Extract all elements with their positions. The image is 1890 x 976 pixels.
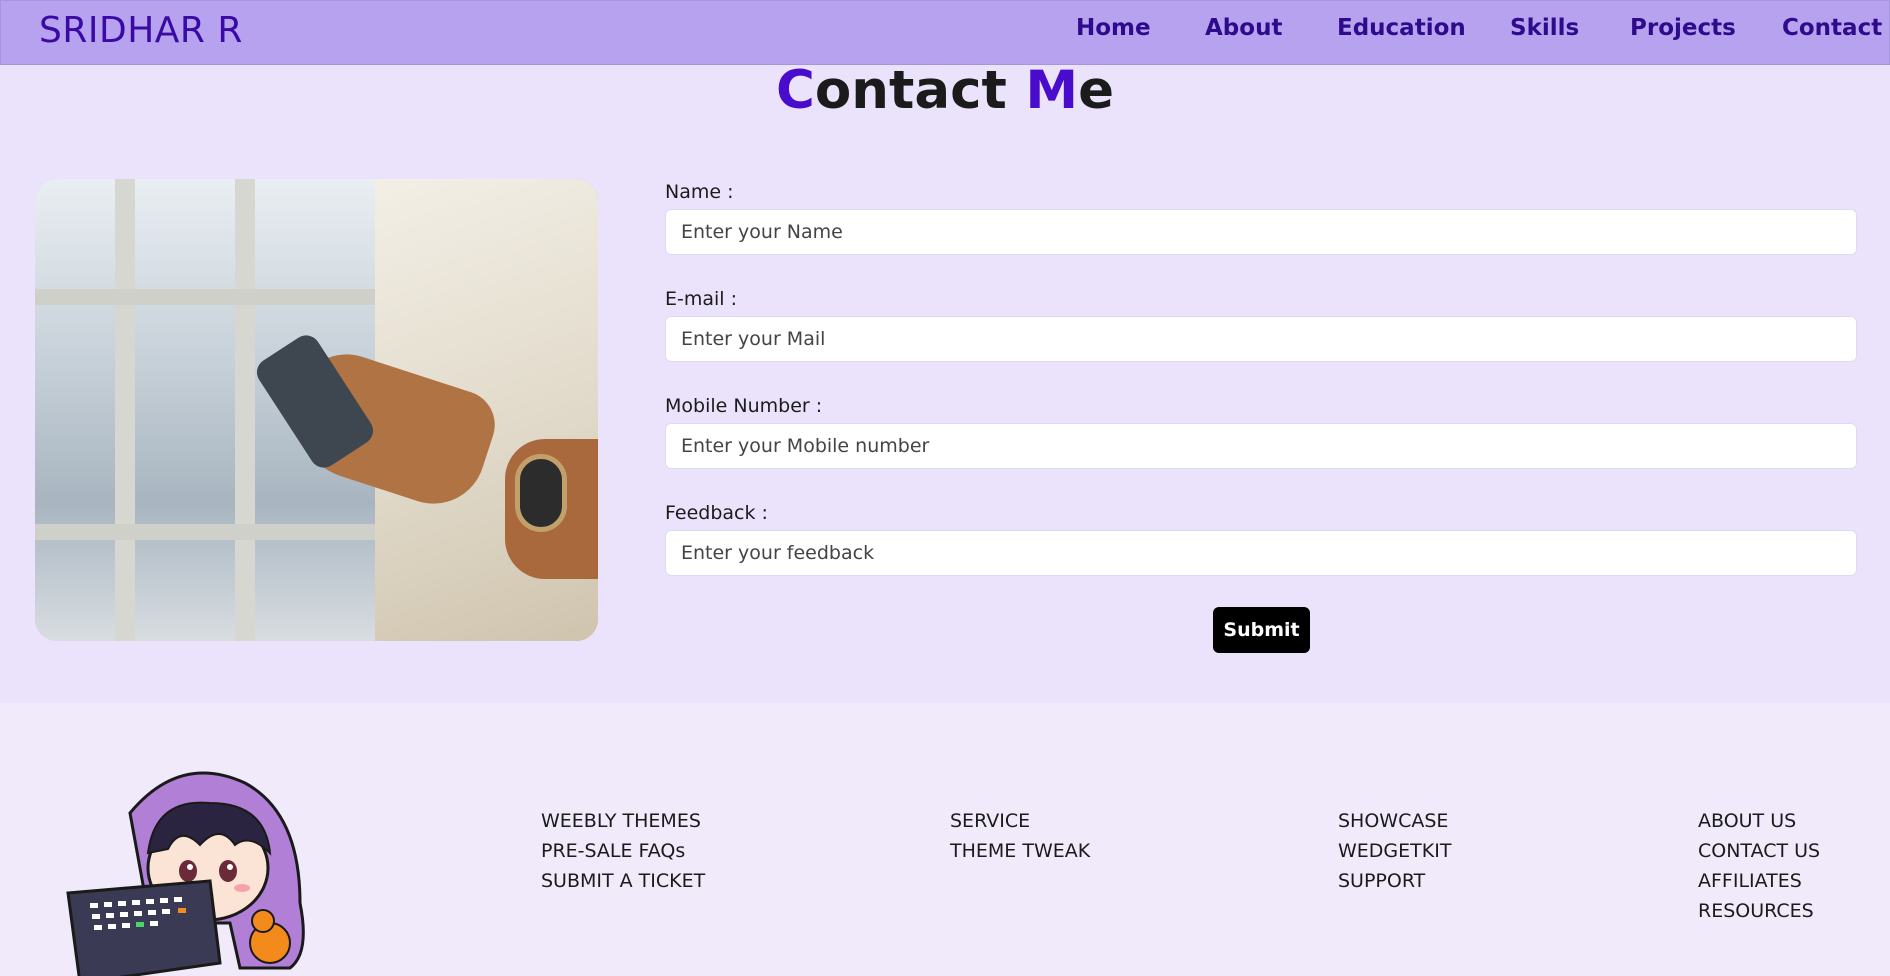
footer-link-wedgetkit[interactable]: WEDGETKIT (1338, 836, 1451, 866)
watch-icon (515, 454, 567, 532)
mobile-field[interactable] (665, 423, 1857, 469)
name-label: Name : (665, 181, 734, 203)
contact-photo (35, 179, 598, 641)
footer-link-pre-sale-faqs[interactable]: PRE-SALE FAQs (541, 836, 705, 866)
footer-link-support[interactable]: SUPPORT (1338, 866, 1451, 896)
footer-link-resources[interactable]: RESOURCES (1698, 896, 1820, 926)
navbar: SRIDHAR R Home About Education Skills Pr… (0, 0, 1890, 65)
footer-link-about-us[interactable]: ABOUT US (1698, 806, 1820, 836)
mobile-label: Mobile Number : (665, 395, 823, 417)
mascot-illustration (66, 771, 305, 976)
footer-column-2: SERVICE THEME TWEAK (950, 806, 1090, 866)
brand-logo[interactable]: SRIDHAR R (39, 10, 243, 51)
feedback-field[interactable] (665, 530, 1857, 576)
nav-contact[interactable]: Contact (1782, 15, 1882, 41)
photo-window-frame (115, 179, 135, 641)
nav-education[interactable]: Education (1337, 15, 1466, 41)
email-field[interactable] (665, 316, 1857, 362)
nav-about[interactable]: About (1205, 15, 1282, 41)
submit-button[interactable]: Submit (1213, 607, 1310, 653)
title-part-2: e (1078, 60, 1115, 121)
title-accent-m: M (1025, 60, 1079, 121)
feedback-label: Feedback : (665, 502, 768, 524)
footer-link-submit-ticket[interactable]: SUBMIT A TICKET (541, 866, 705, 896)
footer-link-contact-us[interactable]: CONTACT US (1698, 836, 1820, 866)
photo-window-frame (235, 179, 255, 641)
title-accent-c: C (775, 60, 815, 121)
footer-link-theme-tweak[interactable]: THEME TWEAK (950, 836, 1090, 866)
footer-link-affiliates[interactable]: AFFILIATES (1698, 866, 1820, 896)
photo-window-frame (35, 524, 415, 540)
footer-column-1: WEEBLY THEMES PRE-SALE FAQs SUBMIT A TIC… (541, 806, 705, 896)
nav-skills[interactable]: Skills (1510, 15, 1579, 41)
nav-projects[interactable]: Projects (1630, 15, 1736, 41)
footer-link-service[interactable]: SERVICE (950, 806, 1090, 836)
email-label: E-mail : (665, 288, 738, 310)
title-part-1: ontact (814, 60, 1026, 121)
page-title: Contact Me (0, 60, 1890, 121)
footer-column-4: ABOUT US CONTACT US AFFILIATES RESOURCES (1698, 806, 1820, 926)
name-field[interactable] (665, 209, 1857, 255)
footer-link-showcase[interactable]: SHOWCASE (1338, 806, 1451, 836)
footer: WEEBLY THEMES PRE-SALE FAQs SUBMIT A TIC… (0, 703, 1890, 976)
nav-home[interactable]: Home (1076, 15, 1151, 41)
footer-column-3: SHOWCASE WEDGETKIT SUPPORT (1338, 806, 1451, 896)
photo-window-frame (35, 289, 415, 305)
footer-link-weebly-themes[interactable]: WEEBLY THEMES (541, 806, 705, 836)
